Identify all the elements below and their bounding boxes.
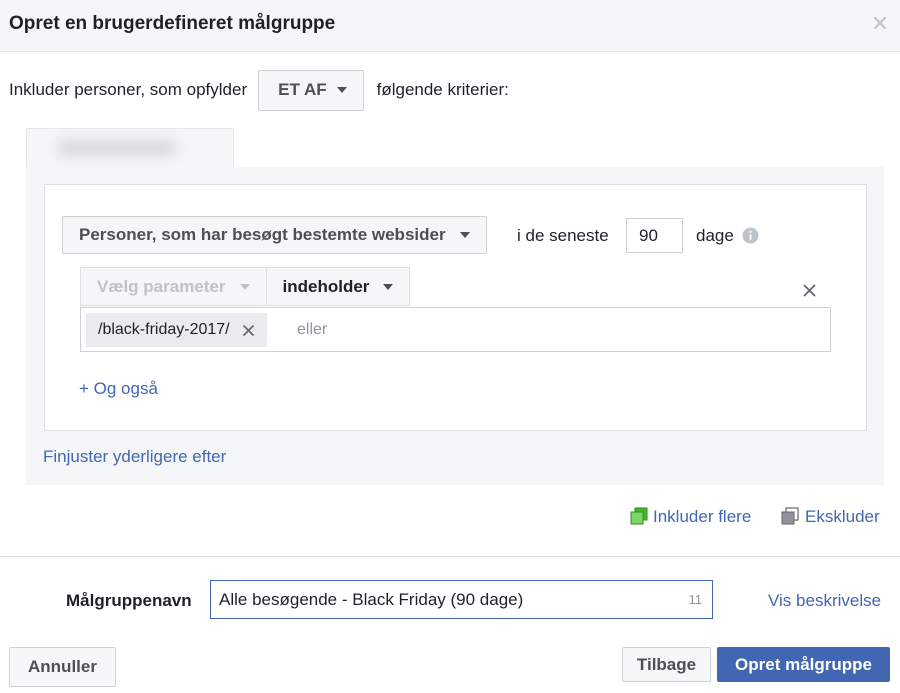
remove-rule-icon[interactable] [802,283,817,298]
url-tag: /black-friday-2017/ [86,313,267,347]
operator-dropdown[interactable]: indeholder [265,267,411,306]
show-description-link[interactable]: Vis beskrivelse [768,591,881,611]
cancel-button[interactable]: Annuller [9,647,116,687]
info-icon[interactable] [742,227,759,244]
include-more-icon[interactable] [630,507,648,525]
operator-label: indeholder [282,276,370,296]
in-last-label: i de seneste [517,226,609,245]
parameter-placeholder: Vælg parameter [97,276,226,296]
audience-name-label: Målgruppenavn [66,591,192,610]
chevron-down-icon [336,87,347,93]
cancel-label: Annuller [28,657,97,676]
chevron-down-icon [239,283,250,290]
create-audience-label: Opret målgruppe [735,654,872,674]
or-input[interactable] [297,313,817,347]
chevron-down-icon [459,232,470,238]
and-also-link[interactable]: + Og også [79,379,158,399]
remove-tag-icon[interactable] [242,324,255,337]
url-tag-label: /black-friday-2017/ [98,321,230,338]
visit-type-dropdown[interactable]: Personer, som har besøgt bestemte websid… [62,216,487,254]
character-counter: 11 [688,592,703,607]
back-button[interactable]: Tilbage [622,647,711,682]
back-label: Tilbage [636,654,697,674]
exclude-link[interactable]: Ekskluder [805,507,880,527]
dialog-header: Opret en brugerdefineret målgruppe [0,0,900,52]
audience-name-field: 11 [210,580,713,619]
include-more-link[interactable]: Inkluder flere [653,507,751,527]
create-audience-button[interactable]: Opret målgruppe [717,647,890,682]
criteria-prefix: Inkluder personer, som opfylder [9,80,248,99]
exclude-icon[interactable] [781,507,799,525]
dialog-title: Opret en brugerdefineret målgruppe [9,13,336,34]
match-mode-label: ET AF [278,80,327,99]
criteria-suffix: følgende kriterier: [376,80,509,99]
days-label: dage [696,226,734,245]
audience-name-input[interactable] [219,581,669,618]
url-tag-field[interactable]: /black-friday-2017/ [80,307,831,352]
blurred-source-tab [26,128,234,167]
criteria-row: Inkluder personer, som opfylder ET AF fø… [9,69,509,111]
parameter-row: Vælg parameter indeholder [80,267,411,306]
visit-type-label: Personer, som har besøgt bestemte websid… [79,225,446,244]
days-input[interactable] [626,218,683,253]
parameter-dropdown[interactable]: Vælg parameter [80,267,266,306]
blurred-content [57,139,177,157]
close-icon[interactable] [870,13,890,33]
refine-link[interactable]: Finjuster yderligere efter [43,447,226,467]
chevron-down-icon [383,283,394,290]
match-mode-dropdown[interactable]: ET AF [258,69,364,111]
divider [0,556,900,557]
